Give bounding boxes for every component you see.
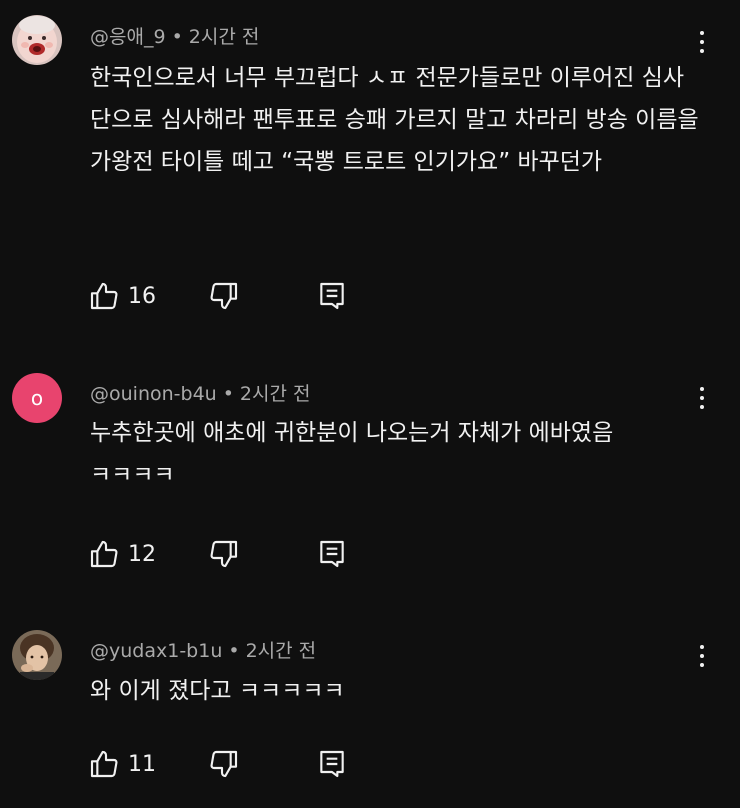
thumbs-down-icon [210, 750, 238, 778]
separator-dot: • [222, 383, 234, 405]
thumbs-up-icon [90, 282, 118, 310]
separator-dot: • [171, 26, 183, 48]
comment-meta: @yudax1-b1u • 2시간 전 [90, 636, 316, 663]
avatar[interactable] [12, 15, 62, 65]
reply-button[interactable] [316, 279, 348, 313]
thumbs-down-icon [210, 540, 238, 568]
more-vert-icon [700, 31, 704, 35]
timestamp[interactable]: 2시간 전 [240, 383, 311, 405]
thumbs-up-icon [90, 540, 118, 568]
more-button[interactable] [688, 378, 716, 418]
reply-button[interactable] [316, 747, 348, 781]
reply-icon [320, 282, 344, 310]
comment-item: @응애_9 • 2시간 전 한국인으로서 너무 부끄럽다 ㅅㅍ 전문가들로만 이루어… [0, 0, 740, 330]
thumbs-down-icon [210, 282, 238, 310]
comment-text: 한국인으로서 너무 부끄럽다 ㅅㅍ 전문가들로만 이루어진 심사단으로 심사해라… [90, 65, 699, 175]
author-name[interactable]: @ouinon-b4u [90, 383, 217, 405]
reply-button[interactable] [316, 537, 348, 571]
avatar[interactable]: o [12, 373, 62, 423]
timestamp[interactable]: 2시간 전 [246, 640, 317, 662]
comment-text: 와 이게 졌다고 ㅋㅋㅋㅋㅋ [90, 678, 345, 704]
dislike-button[interactable] [208, 279, 240, 313]
like-button[interactable]: 12 [88, 537, 156, 571]
separator-dot: • [228, 640, 240, 662]
person-photo-icon [12, 630, 62, 680]
comment-item: o @ouinon-b4u • 2시간 전 누추한곳에 애초에 귀한분이 나오는거 … [0, 360, 740, 590]
baby-face-icon [12, 15, 62, 65]
like-count: 16 [128, 283, 156, 309]
dislike-button[interactable] [208, 747, 240, 781]
more-button[interactable] [688, 22, 716, 62]
dislike-button[interactable] [208, 537, 240, 571]
author-name[interactable]: @응애_9 [90, 26, 166, 48]
comment-text: 누추한곳에 애초에 귀한분이 나오는거 자체가 에바였음ㅋㅋㅋㅋ [90, 420, 614, 488]
avatar[interactable] [12, 630, 62, 680]
more-vert-icon [700, 645, 704, 649]
comment-meta: @ouinon-b4u • 2시간 전 [90, 379, 311, 406]
more-vert-icon [700, 387, 704, 391]
like-count: 11 [128, 751, 156, 777]
comment-item: @yudax1-b1u • 2시간 전 와 이게 졌다고 ㅋㅋㅋㅋㅋ 11 [0, 620, 740, 808]
comment-meta: @응애_9 • 2시간 전 [90, 22, 259, 49]
reply-icon [320, 540, 344, 568]
like-button[interactable]: 11 [88, 747, 156, 781]
avatar-letter: o [30, 386, 44, 410]
thumbs-up-icon [90, 750, 118, 778]
timestamp[interactable]: 2시간 전 [189, 26, 260, 48]
author-name[interactable]: @yudax1-b1u [90, 640, 222, 662]
reply-icon [320, 750, 344, 778]
like-count: 12 [128, 541, 156, 567]
like-button[interactable]: 16 [88, 279, 156, 313]
